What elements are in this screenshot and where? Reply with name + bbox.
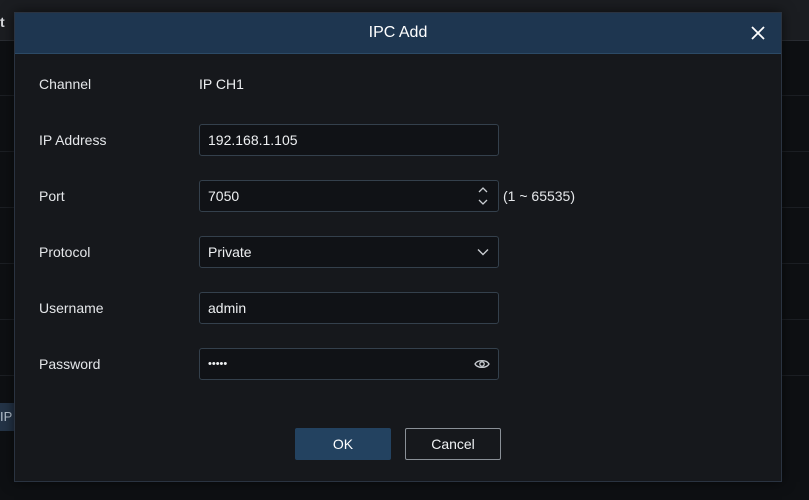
close-icon[interactable]	[749, 24, 767, 42]
channel-value: IP CH1	[199, 76, 244, 92]
password-label: Password	[39, 356, 101, 372]
password-input[interactable]: •••••	[199, 348, 499, 380]
protocol-select[interactable]: Private	[199, 236, 499, 268]
eye-icon[interactable]	[474, 357, 490, 371]
password-row: Password •••••	[39, 348, 759, 380]
ip-address-label: IP Address	[39, 132, 107, 148]
cancel-button[interactable]: Cancel	[405, 428, 501, 460]
protocol-value: Private	[208, 244, 252, 260]
background-header-text: t	[0, 14, 5, 30]
ip-address-input[interactable]: 192.168.1.105	[199, 124, 499, 156]
username-label: Username	[39, 300, 104, 316]
protocol-label: Protocol	[39, 244, 91, 260]
chevron-down-icon	[477, 249, 489, 256]
port-value: 7050	[208, 188, 240, 204]
channel-row: Channel IP CH1	[39, 68, 759, 100]
dialog-title: IPC Add	[368, 24, 428, 41]
ip-address-value: 192.168.1.105	[208, 132, 298, 148]
port-stepper-icon[interactable]	[476, 184, 490, 208]
port-label: Port	[39, 188, 65, 204]
port-range-hint: (1 ~ 65535)	[503, 188, 575, 204]
ip-address-row: IP Address 192.168.1.105	[39, 124, 759, 156]
username-row: Username admin	[39, 292, 759, 324]
port-input[interactable]: 7050	[199, 180, 499, 212]
protocol-row: Protocol Private	[39, 236, 759, 268]
username-input[interactable]: admin	[199, 292, 499, 324]
background-ip-button: IP	[0, 403, 14, 431]
ipc-add-dialog: IPC Add Channel IP CH1 IP Address 192.16…	[14, 12, 782, 482]
dialog-header: IPC Add	[15, 13, 781, 54]
channel-label: Channel	[39, 76, 92, 92]
ok-button[interactable]: OK	[295, 428, 391, 460]
password-value: •••••	[208, 358, 228, 370]
username-value: admin	[208, 300, 247, 316]
port-row: Port 7050 (1 ~ 65535)	[39, 180, 759, 212]
